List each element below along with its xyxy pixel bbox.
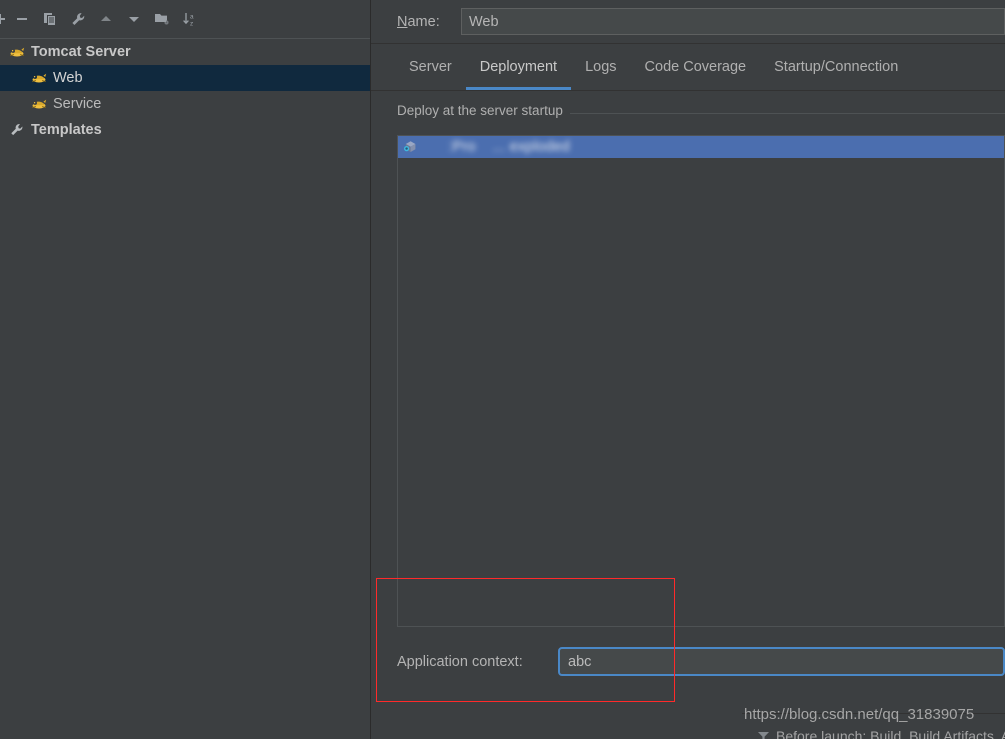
application-context-input[interactable] [558,647,1005,676]
before-launch-label: Before launch: Build, Build Artifacts, A… [776,728,1005,739]
wrench-icon [8,122,26,138]
watermark-url: https://blog.csdn.net/qq_31839075 [744,706,975,723]
tab-label: Logs [585,58,617,75]
new-folder-button[interactable] [148,5,176,33]
tree-item-label: Tomcat Server [31,44,131,60]
minus-icon [17,18,27,20]
tree-item-label: Service [53,96,102,112]
tomcat-icon [30,96,48,112]
tree-item-web[interactable]: Web [0,65,370,91]
tree-item-label: Templates [31,122,102,138]
tab-label: Startup/Connection [774,58,899,75]
copy-icon [44,13,56,26]
folder-add-icon [154,14,168,25]
list-item-label: :Pro ... exploded [423,139,571,155]
name-label: Name: [397,13,440,30]
configuration-tabs[interactable]: Server Deployment Logs Code Coverage Sta… [371,45,1005,91]
tab-startup-connection[interactable]: Startup/Connection [760,46,912,90]
sort-configurations-button[interactable]: a z [176,5,204,33]
tree-item-tomcat-server[interactable]: Tomcat Server [0,39,370,65]
sort-az-icon: a z [182,12,194,27]
add-button[interactable] [0,5,8,33]
move-up-button[interactable] [92,5,120,33]
tree-item-service[interactable]: Service [0,91,370,117]
plus-icon [0,14,5,24]
copy-button[interactable] [36,5,64,33]
configurations-left-panel: a z Tomcat Server Web Service Templates [0,0,371,739]
name-row: Name: [371,0,1005,44]
tab-label: Server [409,58,452,75]
tab-logs[interactable]: Logs [571,46,630,90]
deploy-at-startup-group: Deploy at the server startup :Pro ... ex… [397,103,1005,628]
filter-icon [757,730,770,739]
tree-item-templates[interactable]: Templates [0,117,370,143]
move-down-button[interactable] [120,5,148,33]
tab-label: Deployment [479,58,558,75]
arrow-down-icon [129,17,139,22]
artifact-icon [402,139,420,155]
application-context-row: Application context: [397,645,1005,678]
configurations-toolbar: a z [0,0,370,38]
wrench-icon [71,12,84,25]
tomcat-icon [8,44,26,60]
edit-configuration-templates-button[interactable] [64,5,92,33]
remove-button[interactable] [8,5,36,33]
name-input[interactable] [461,8,1005,35]
list-item[interactable]: :Pro ... exploded [398,136,1004,158]
deploy-group-title: Deploy at the server startup [397,103,570,118]
tab-deployment[interactable]: Deployment [465,46,572,90]
tab-code-coverage[interactable]: Code Coverage [631,46,761,90]
run-debug-configurations-dialog: a z Tomcat Server Web Service Templates … [0,0,1005,739]
tab-server[interactable]: Server [395,46,466,90]
configuration-editor-panel: Name: Server Deployment Logs Code Covera… [371,0,1005,739]
tomcat-icon [30,70,48,86]
application-context-label: Application context: [397,653,523,670]
deployment-artifacts-list[interactable]: :Pro ... exploded [397,135,1005,627]
tab-label: Code Coverage [644,58,747,75]
svg-text:z: z [190,20,193,27]
tree-item-label: Web [53,70,83,86]
configurations-tree[interactable]: Tomcat Server Web Service Templates [0,38,370,739]
arrow-up-icon [101,16,111,21]
name-mnemonic: N [397,13,408,30]
before-launch-section[interactable]: Before launch: Build, Build Artifacts, A… [757,728,1005,739]
